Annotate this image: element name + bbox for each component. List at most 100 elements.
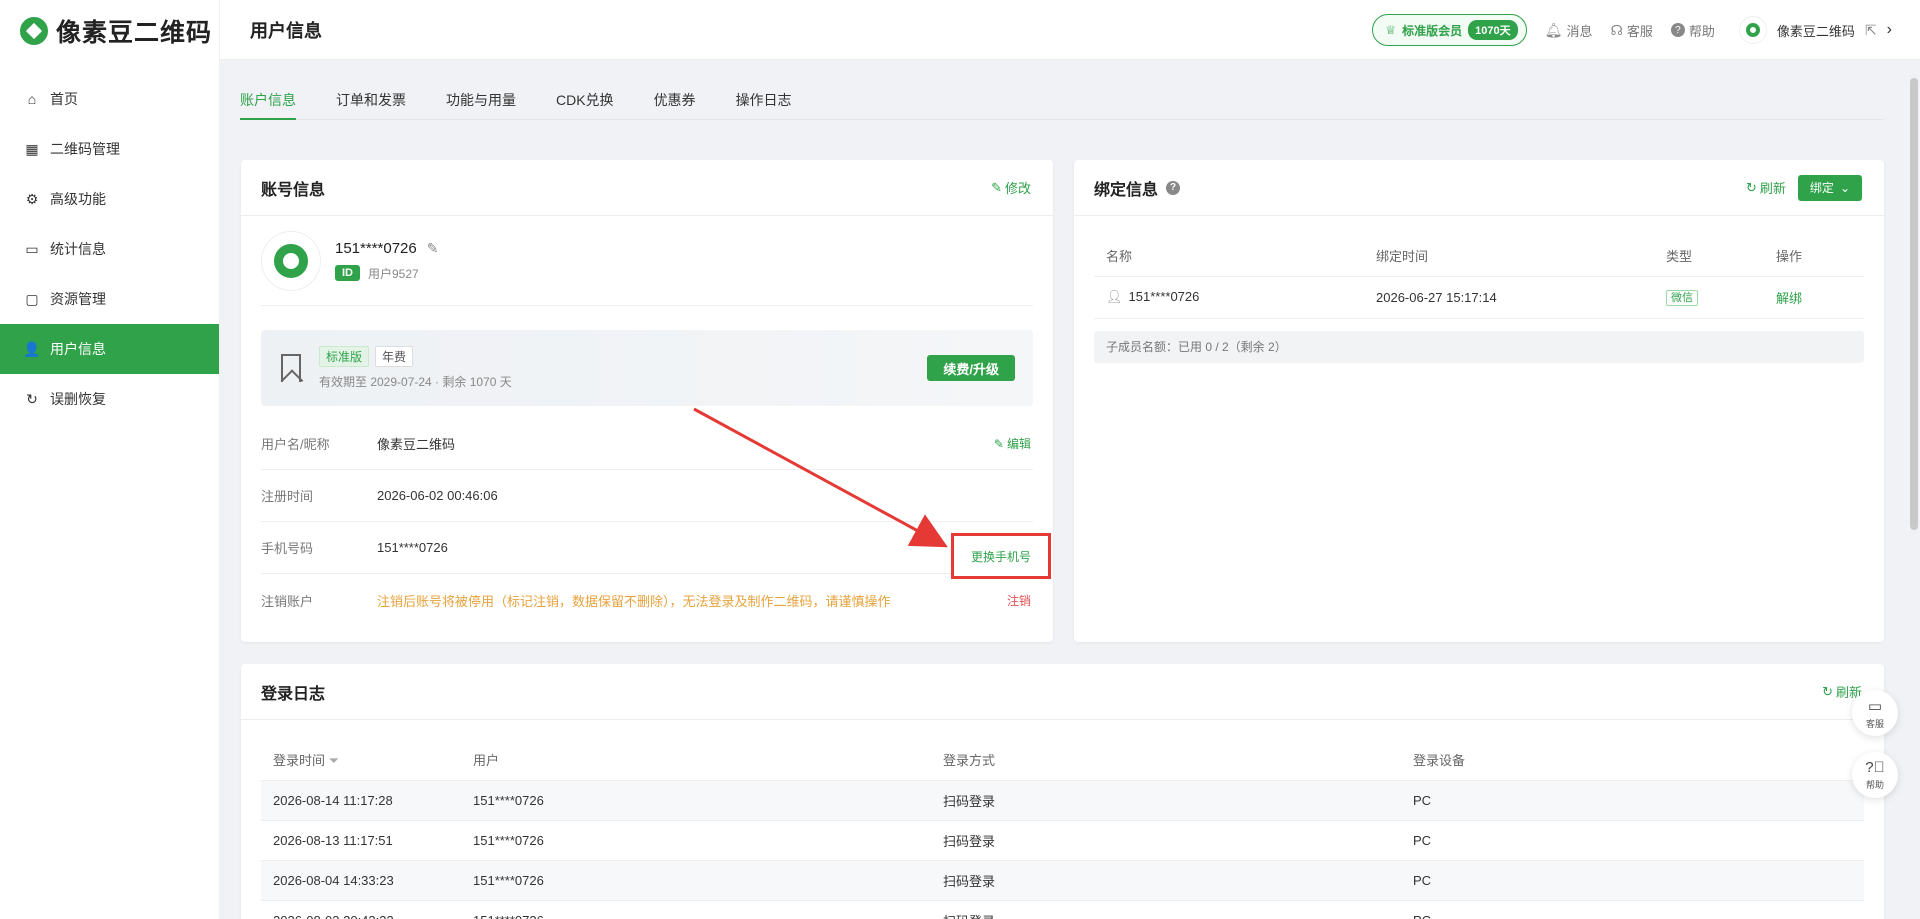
id-badge: ID — [335, 265, 360, 281]
log-column-header: 用户 — [461, 740, 931, 781]
edit-account-button[interactable]: ✎ 修改 — [991, 178, 1031, 197]
sidebar-item-5[interactable]: 👤 用户信息 — [0, 324, 219, 374]
help-circle-icon: ?⃝ — [1865, 759, 1885, 776]
help-icon: ? — [1670, 23, 1685, 37]
sidebar-nav: ⌂ 首页 ▦ 二维码管理 ⚙ 高级功能 ▭ 统计信息 ▢ 资源管理 👤 用户信息 ↻ 误删恢复 — [0, 74, 219, 424]
table-row: 2026-08-14 11:17:28 151****0726 扫码登录 PC — [261, 780, 1864, 821]
page-title: 用户信息 — [250, 20, 322, 41]
log-cell: PC — [1401, 860, 1864, 901]
refresh-binding-button[interactable]: ↻ 刷新 — [1746, 178, 1786, 197]
binding-table: 名称 绑定时间 类型 操作 👤︎ 151****0726 2026-06-27 15:1… — [1094, 236, 1864, 319]
help-link[interactable]: ? 帮助 — [1670, 21, 1715, 40]
bell-icon: 🔔︎ — [1544, 21, 1563, 38]
help-icon[interactable]: ? — [1166, 180, 1181, 195]
member-badge[interactable]: ♕ 标准版会员 1070天 — [1372, 14, 1527, 46]
log-cell: 扫码登录 — [931, 820, 1401, 861]
service-label: 客服 — [1626, 23, 1653, 39]
binding-type-cell: 微信 — [1654, 276, 1764, 319]
tab-5[interactable]: 操作日志 — [736, 82, 792, 120]
service-link[interactable]: ☊ 客服 — [1610, 21, 1652, 40]
tab-1[interactable]: 订单和发票 — [336, 82, 406, 120]
user-name: 像素豆二维码 — [1776, 23, 1855, 39]
account-tabs: 账户信息 订单和发票 功能与用量 CDK兑换 优惠券 操作日志 — [240, 82, 1884, 120]
chevron-right-icon[interactable]: › — [1887, 21, 1892, 39]
register-time-key: 注册时间 — [261, 489, 314, 504]
cancel-account-button[interactable]: 注销 — [1007, 592, 1031, 609]
sidebar-item-6[interactable]: ↻ 误删恢复 — [0, 374, 219, 424]
float-help-label: 帮助 — [1865, 780, 1884, 790]
binding-name-cell: 👤︎ 151****0726 — [1094, 276, 1364, 319]
plan-tag: 标准版 — [319, 346, 370, 367]
sidebar-item-label: 二维码管理 — [50, 141, 120, 157]
filter-icon[interactable]: ⏷ — [325, 753, 339, 768]
messages-link[interactable]: 🔔︎ 消息 — [1545, 21, 1593, 40]
top-bar: 用户信息 ♕ 标准版会员 1070天 🔔︎ 消息 ☊ 客服 ? 帮助 像素豆二维… — [220, 0, 1920, 60]
sidebar-item-1[interactable]: ▦ 二维码管理 — [0, 124, 219, 174]
chat-icon: ▭ — [1867, 697, 1883, 715]
tab-2[interactable]: 功能与用量 — [446, 82, 516, 120]
edit-icon: ✎ — [993, 436, 1004, 451]
pencil-icon[interactable]: ✎ — [427, 240, 439, 257]
binding-column-header: 绑定时间 — [1364, 236, 1654, 277]
binding-name: 151****0726 — [1128, 289, 1200, 304]
user-id: 用户9527 — [368, 266, 419, 281]
login-log-table: 登录时间 ⏷ 用户 登录方式 登录设备 2026-08-14 11:17:28 151*… — [261, 740, 1864, 919]
renew-upgrade-button[interactable]: 续费/升级 — [927, 355, 1015, 381]
profile-avatar[interactable] — [261, 230, 321, 291]
sidebar-item-4[interactable]: ▢ 资源管理 — [0, 274, 219, 324]
sidebar-item-label: 资源管理 — [50, 291, 106, 307]
account-card: 账号信息 ✎ 修改 151****0726 ✎ ID 用户9527 标准版 年费… — [241, 160, 1053, 642]
headset-icon: ☊ — [1610, 21, 1623, 38]
log-cell: 151****0726 — [461, 860, 931, 901]
binding-action-cell: 解绑 — [1764, 276, 1864, 319]
binding-card-header: 绑定信息 ? ↻ 刷新 绑定 ⌄ — [1074, 160, 1884, 216]
tab-4[interactable]: 优惠券 — [654, 82, 696, 120]
change-phone-button[interactable]: 更换手机号 — [951, 533, 1051, 579]
log-cell: PC — [1401, 900, 1864, 919]
log-column-header[interactable]: 登录时间 ⏷ — [261, 740, 461, 781]
refresh-icon: ↻ — [1746, 179, 1757, 195]
member-days: 1070天 — [1468, 20, 1518, 40]
binding-time: 2026-06-27 15:17:14 — [1364, 276, 1654, 319]
profile-summary: 151****0726 ✎ ID 用户9527 — [261, 216, 1033, 306]
sidebar-item-label: 高级功能 — [50, 191, 106, 207]
cancel-account-row: 注销账户 注销后账号将被停用（标记注销，数据保留不删除），无法登录及制作二维码，… — [261, 574, 1033, 626]
log-column-label: 登录时间 — [273, 753, 326, 769]
cancel-account-warning: 注销后账号将被停用（标记注销，数据保留不删除），无法登录及制作二维码，请谨慎操作 — [377, 593, 891, 609]
user-icon: 👤 — [23, 340, 41, 357]
sidebar-item-label: 统计信息 — [50, 241, 106, 257]
account-card-header: 账号信息 ✎ 修改 — [241, 160, 1053, 216]
register-time-value: 2026-06-02 00:46:06 — [377, 488, 498, 503]
account-card-title: 账号信息 — [261, 181, 326, 199]
logo[interactable]: 像素豆二维码 — [0, 0, 219, 62]
sub-member-quota: 子成员名额：已用 0 / 2（剩余 2） — [1094, 330, 1864, 363]
tab-0[interactable]: 账户信息 — [240, 82, 296, 120]
login-log-card: 登录日志 ↻ 刷新 登录时间 ⏷ 用户 登录方式 登录设备 2026-08-14 11… — [241, 664, 1884, 919]
binding-card: 绑定信息 ? ↻ 刷新 绑定 ⌄ 名称 绑定时间 类型 操作 👤︎ 151****072… — [1074, 160, 1884, 642]
user-menu[interactable]: 像素豆二维码 ⇱ › — [1738, 16, 1892, 44]
log-cell: PC — [1401, 820, 1864, 861]
login-log-header: 登录日志 ↻ 刷新 — [241, 664, 1884, 720]
float-help-button[interactable]: ?⃝ 帮助 — [1852, 752, 1898, 798]
table-row: 2026-08-13 11:17:51 151****0726 扫码登录 PC — [261, 820, 1864, 861]
table-row: 2026-08-03 20:43:33151****0726扫码登录PC — [261, 900, 1864, 919]
sidebar-item-2[interactable]: ⚙ 高级功能 — [0, 174, 219, 224]
home-icon: ⌂ — [27, 91, 37, 107]
float-service-button[interactable]: ▭ 客服 — [1852, 690, 1898, 736]
refresh-icon: ↻ — [1822, 683, 1833, 699]
binding-card-title: 绑定信息 — [1094, 181, 1159, 199]
nickname-key: 用户名/昵称 — [261, 437, 330, 452]
bind-dropdown-button[interactable]: 绑定 ⌄ — [1797, 174, 1862, 201]
page-scrollbar[interactable] — [1910, 78, 1918, 530]
edit-nickname-button[interactable]: ✎ 编辑 — [994, 435, 1031, 452]
edit-icon: ✎ — [991, 179, 1002, 195]
external-link-icon[interactable]: ⇱ — [1865, 22, 1877, 39]
unbind-button[interactable]: 解绑 — [1776, 288, 1864, 307]
account-details: 用户名/昵称 像素豆二维码 ✎ 编辑 注册时间 2026-06-02 00:46:… — [261, 418, 1033, 626]
sidebar-item-3[interactable]: ▭ 统计信息 — [0, 224, 219, 274]
trophy-icon: ♕ — [1385, 23, 1397, 37]
sidebar-item-0[interactable]: ⌂ 首页 — [0, 74, 219, 124]
logo-icon — [17, 14, 51, 48]
tab-3[interactable]: CDK兑换 — [556, 82, 614, 120]
bind-button-label: 绑定 — [1809, 181, 1834, 195]
